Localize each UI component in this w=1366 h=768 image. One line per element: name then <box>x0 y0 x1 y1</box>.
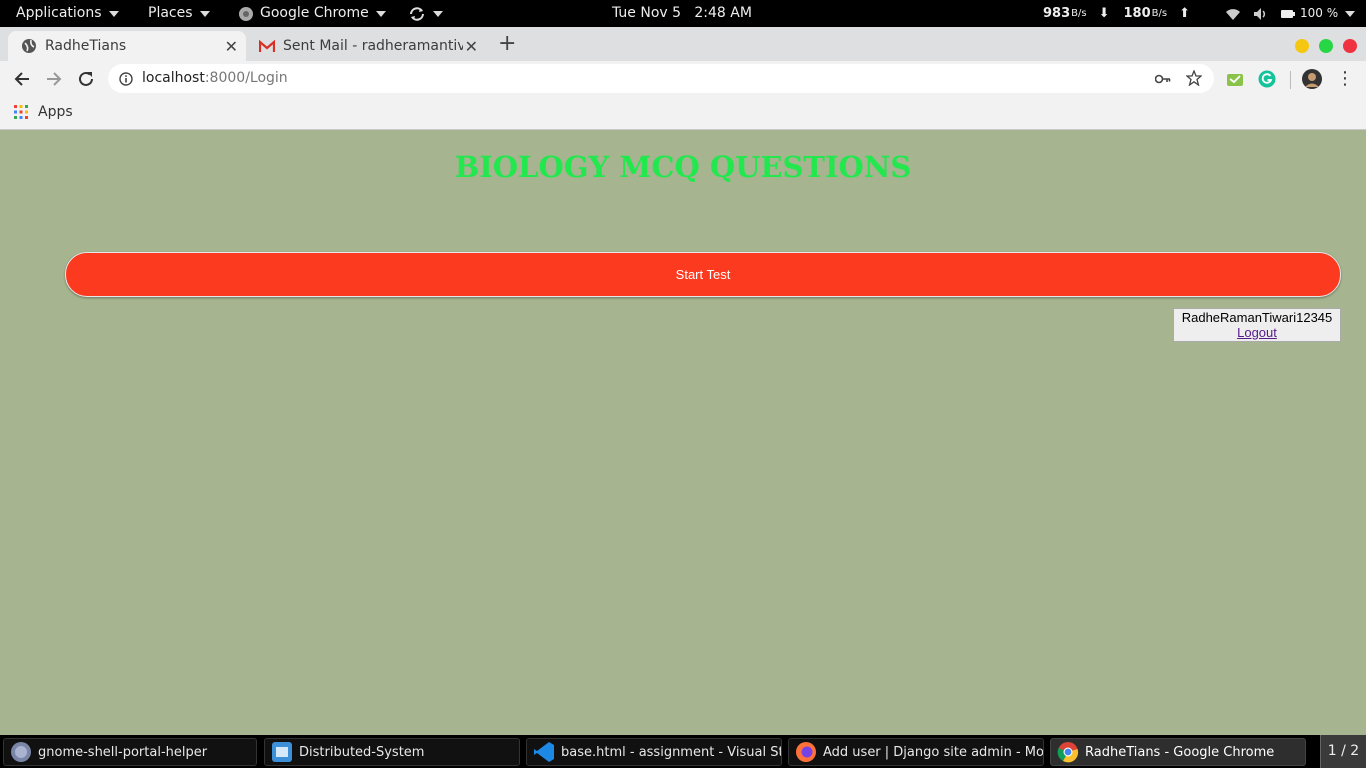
taskbar-item-label: base.html - assignment - Visual St... <box>561 744 782 760</box>
window-list: gnome-shell-portal-helper Distributed-Sy… <box>0 735 1366 768</box>
apps-shortcut[interactable]: Apps <box>14 104 73 120</box>
system-menu[interactable]: 100 % <box>1225 0 1356 27</box>
app-menu[interactable]: Google Chrome <box>238 0 386 27</box>
vscode-icon <box>534 742 554 762</box>
battery-icon <box>1281 9 1295 18</box>
applications-label: Applications <box>16 5 102 21</box>
taskbar-item-firefox[interactable]: Add user | Django site admin - Mo... <box>788 738 1044 766</box>
taskbar-item-chrome[interactable]: RadheTians - Google Chrome <box>1050 738 1306 766</box>
file-manager-icon <box>272 742 292 762</box>
bookmarks-bar: Apps <box>0 97 1366 130</box>
page-title: BIOLOGY MCQ QUESTIONS <box>454 150 912 184</box>
upload-unit: B/s <box>1151 8 1168 19</box>
username-label: RadheRamanTiwari12345 <box>1181 310 1333 325</box>
user-panel: RadheRamanTiwari12345 Logout <box>1173 308 1341 342</box>
taskbar-item-label: RadheTians - Google Chrome <box>1085 744 1275 760</box>
start-test-button[interactable]: Start Test <box>65 252 1341 297</box>
chevron-down-icon <box>199 10 210 17</box>
places-label: Places <box>148 5 193 21</box>
toolbar-divider <box>1290 71 1291 89</box>
avatar[interactable] <box>1302 69 1322 89</box>
close-window-button[interactable] <box>1343 39 1357 53</box>
tab-title: RadheTians <box>45 38 127 54</box>
tab-strip: RadheTians ✕ Sent Mail - radheramantiv ✕… <box>0 27 1366 61</box>
tab-sent-mail[interactable]: Sent Mail - radheramantiv ✕ <box>250 31 486 61</box>
applications-menu[interactable]: Applications <box>16 0 119 27</box>
chevron-down-icon <box>108 10 119 17</box>
volume-icon <box>1254 7 1266 20</box>
arrow-up-icon: ⬆ <box>1179 6 1190 21</box>
arrow-down-icon: ⬇ <box>1098 6 1110 21</box>
globe-icon <box>22 39 36 53</box>
refresh-icon <box>410 6 424 21</box>
chevron-down-icon <box>375 10 386 17</box>
download-speed: 983 <box>1043 6 1071 21</box>
extension-inbox-icon[interactable] <box>1226 71 1244 87</box>
minimize-button[interactable] <box>1295 39 1309 53</box>
address-bar[interactable]: localhost:8000/Login <box>108 64 1214 93</box>
back-icon[interactable] <box>13 70 31 88</box>
taskbar-item-portal-helper[interactable]: gnome-shell-portal-helper <box>3 738 257 766</box>
gmail-icon <box>259 39 275 52</box>
info-icon[interactable] <box>119 72 133 86</box>
clock-label: Tue Nov 5 2:48 AM <box>612 5 752 21</box>
close-icon[interactable]: ✕ <box>465 37 478 56</box>
chevron-down-icon <box>433 10 443 17</box>
download-unit: B/s <box>1071 8 1087 19</box>
taskbar-item-label: Distributed-System <box>299 744 425 760</box>
close-icon[interactable]: ✕ <box>225 37 238 56</box>
firefox-icon <box>796 742 816 762</box>
browser-toolbar: localhost:8000/Login ⋮ <box>0 61 1366 97</box>
battery-percent: 100 % <box>1300 6 1339 20</box>
taskbar-item-vscode[interactable]: base.html - assignment - Visual St... <box>526 738 782 766</box>
apps-grid-icon <box>14 105 28 119</box>
taskbar-item-label: gnome-shell-portal-helper <box>38 744 208 760</box>
app-menu-label: Google Chrome <box>260 5 369 21</box>
chrome-icon <box>239 6 253 21</box>
url-path: :8000/Login <box>204 70 288 86</box>
top-panel: Applications Places Google Chrome Tue No… <box>0 0 1366 27</box>
chevron-down-icon <box>1345 10 1356 17</box>
taskbar-item-label: Add user | Django site admin - Mo... <box>823 744 1044 760</box>
apps-label: Apps <box>38 104 73 120</box>
new-tab-button[interactable]: + <box>498 31 516 57</box>
grammarly-icon[interactable] <box>1258 70 1276 88</box>
tab-radhetians[interactable]: RadheTians ✕ <box>8 31 246 61</box>
clock[interactable]: Tue Nov 5 2:48 AM <box>612 0 752 27</box>
gnome-icon <box>11 742 31 762</box>
reload-icon[interactable] <box>77 70 95 88</box>
chrome-icon <box>1057 742 1079 763</box>
star-icon[interactable] <box>1186 70 1202 86</box>
sync-menu[interactable] <box>408 0 443 27</box>
key-icon[interactable] <box>1155 74 1171 84</box>
network-speed: 983 B/s ⬇ 180 B/s ⬆ <box>1043 0 1190 27</box>
tab-title: Sent Mail - radheramantiv <box>283 38 463 54</box>
wifi-icon <box>1226 8 1240 20</box>
forward-icon[interactable] <box>45 70 63 88</box>
logout-link[interactable]: Logout <box>1237 325 1277 340</box>
taskbar-item-distributed-system[interactable]: Distributed-System <box>264 738 520 766</box>
workspace-indicator[interactable]: 1 / 2 <box>1320 735 1366 768</box>
url-text: localhost:8000/Login <box>142 64 288 93</box>
upload-speed: 180 <box>1123 6 1151 21</box>
menu-icon[interactable]: ⋮ <box>1336 69 1354 89</box>
places-menu[interactable]: Places <box>148 0 210 27</box>
url-host: localhost <box>142 70 205 86</box>
maximize-button[interactable] <box>1319 39 1333 53</box>
